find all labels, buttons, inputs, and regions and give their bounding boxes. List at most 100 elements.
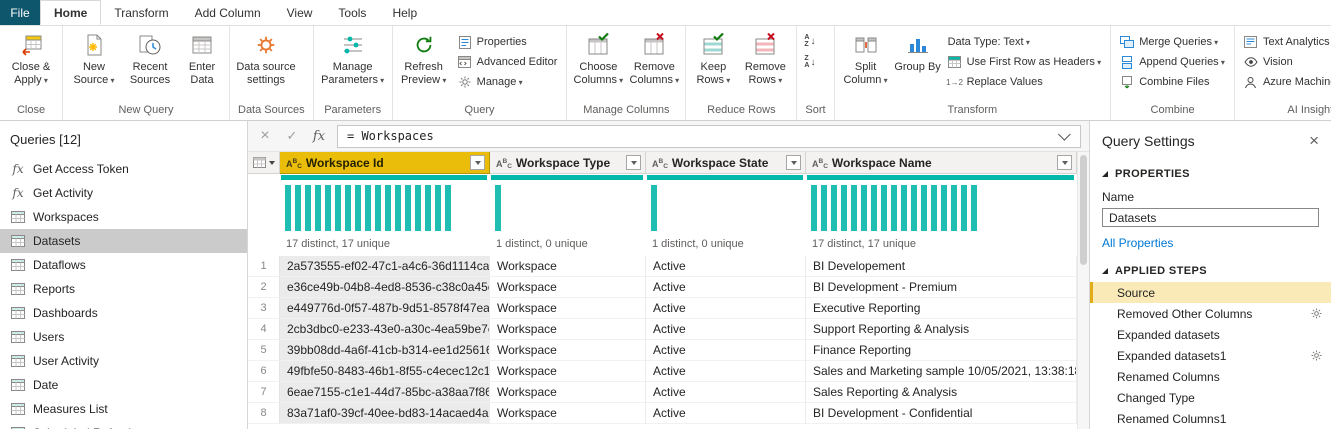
group-by-button[interactable]: Group By	[894, 28, 942, 102]
vertical-scrollbar[interactable]	[1077, 152, 1089, 429]
cell-workspace-type[interactable]: Workspace	[490, 256, 646, 277]
enter-data-button[interactable]: Enter Data	[178, 28, 226, 102]
table-corner-menu-button[interactable]	[248, 152, 280, 174]
row-number[interactable]: 5	[248, 340, 280, 361]
filter-dropdown-icon[interactable]	[626, 155, 641, 170]
cell-workspace-id[interactable]: 39bb08dd-4a6f-41cb-b314-ee1d25616f95	[280, 340, 490, 361]
row-number[interactable]: 3	[248, 298, 280, 319]
applied-step-item[interactable]: Expanded datasets1	[1090, 345, 1331, 366]
applied-step-item[interactable]: Renamed Columns1	[1090, 408, 1331, 429]
cell-workspace-name[interactable]: BI Developement	[806, 256, 1077, 277]
query-list-item[interactable]: Get Activity	[0, 181, 247, 205]
expand-formula-chevron-icon[interactable]	[1058, 127, 1071, 141]
recent-sources-button[interactable]: Recent Sources	[122, 28, 178, 102]
cell-workspace-name[interactable]: Sales and Marketing sample 10/05/2021, 1…	[806, 361, 1077, 382]
data-source-settings-button[interactable]: Data source settings	[233, 28, 299, 102]
cell-workspace-name[interactable]: Support Reporting & Analysis	[806, 319, 1077, 340]
formula-input[interactable]: = Workspaces	[337, 124, 1081, 148]
sort-ascending-button[interactable]: AZ ↓	[804, 34, 815, 48]
cell-workspace-state[interactable]: Active	[646, 361, 806, 382]
refresh-preview-button[interactable]: Refresh Preview	[396, 28, 452, 102]
query-list-item[interactable]: Workspaces	[0, 205, 247, 229]
tab-home[interactable]: Home	[40, 0, 102, 25]
cell-workspace-state[interactable]: Active	[646, 382, 806, 403]
cell-workspace-state[interactable]: Active	[646, 403, 806, 424]
step-settings-gear-icon[interactable]	[1311, 308, 1322, 319]
tab-transform[interactable]: Transform	[101, 0, 181, 25]
cell-workspace-id[interactable]: 2a573555-ef02-47c1-a4c6-36d1114caa6a	[280, 256, 490, 277]
commit-formula-icon[interactable]	[283, 128, 301, 144]
remove-columns-button[interactable]: Remove Columns	[626, 28, 682, 102]
remove-rows-button[interactable]: Remove Rows	[737, 28, 793, 102]
properties-section-header[interactable]: PROPERTIES	[1090, 159, 1331, 185]
replace-values-button[interactable]: 1→2 Replace Values	[942, 72, 1108, 92]
query-list-item[interactable]: Dataflows	[0, 253, 247, 277]
cell-workspace-name[interactable]: BI Development - Premium	[806, 277, 1077, 298]
manage-button[interactable]: Manage	[452, 72, 564, 92]
text-analytics-button[interactable]: Text Analytics	[1238, 32, 1331, 52]
tab-help[interactable]: Help	[379, 0, 430, 25]
manage-parameters-button[interactable]: Manage Parameters	[317, 28, 389, 102]
applied-step-item[interactable]: Renamed Columns	[1090, 366, 1331, 387]
cell-workspace-id[interactable]: e36ce49b-04b8-4ed8-8536-c38c0a45c6c7	[280, 277, 490, 298]
column-header-workspace-type[interactable]: Workspace Type	[490, 152, 646, 174]
cell-workspace-name[interactable]: Sales Reporting & Analysis	[806, 382, 1077, 403]
data-type-button[interactable]: Data Type: Text	[942, 32, 1108, 52]
applied-step-item[interactable]: Removed Other Columns	[1090, 303, 1331, 324]
use-first-row-as-headers-button[interactable]: Use First Row as Headers	[942, 52, 1108, 72]
cell-workspace-id[interactable]: 2cb3dbc0-e233-43e0-a30c-4ea59be7e170	[280, 319, 490, 340]
azure-machine-learning-button[interactable]: Azure Machine Learning	[1238, 72, 1331, 92]
advanced-editor-button[interactable]: Advanced Editor	[452, 52, 564, 72]
cell-workspace-type[interactable]: Workspace	[490, 340, 646, 361]
all-properties-link[interactable]: All Properties	[1090, 227, 1331, 256]
query-list-item[interactable]: Get Access Token	[0, 157, 247, 181]
keep-rows-button[interactable]: Keep Rows	[689, 28, 737, 102]
query-list-item[interactable]: Datasets	[0, 229, 247, 253]
row-number[interactable]: 1	[248, 256, 280, 277]
properties-button[interactable]: Properties	[452, 32, 564, 52]
row-number[interactable]: 6	[248, 361, 280, 382]
applied-step-item[interactable]: Expanded datasets	[1090, 324, 1331, 345]
query-list-item[interactable]: Users	[0, 325, 247, 349]
query-list-item[interactable]: User Activity	[0, 349, 247, 373]
cell-workspace-state[interactable]: Active	[646, 340, 806, 361]
row-number[interactable]: 4	[248, 319, 280, 340]
merge-queries-button[interactable]: Merge Queries	[1114, 32, 1231, 52]
filter-dropdown-icon[interactable]	[1057, 155, 1072, 170]
new-source-button[interactable]: New Source	[66, 28, 122, 102]
tab-tools[interactable]: Tools	[325, 0, 379, 25]
scrollbar-thumb[interactable]	[1080, 155, 1087, 265]
query-list-item[interactable]: Date	[0, 373, 247, 397]
query-name-input[interactable]	[1102, 208, 1319, 227]
sort-descending-button[interactable]: ZA ↓	[804, 55, 815, 69]
query-list-item[interactable]: Measures List	[0, 397, 247, 421]
cell-workspace-type[interactable]: Workspace	[490, 319, 646, 340]
append-queries-button[interactable]: Append Queries	[1114, 52, 1231, 72]
query-list-item[interactable]: Scheduled Refresh	[0, 421, 247, 429]
split-column-button[interactable]: Split Column	[838, 28, 894, 102]
cell-workspace-id[interactable]: 49fbfe50-8483-46b1-8f55-c4ecec12c1d4	[280, 361, 490, 382]
cell-workspace-state[interactable]: Active	[646, 277, 806, 298]
cell-workspace-id[interactable]: e449776d-0f57-487b-9d51-8578f47ea4a2	[280, 298, 490, 319]
column-header-workspace-name[interactable]: Workspace Name	[806, 152, 1077, 174]
filter-dropdown-icon[interactable]	[470, 155, 485, 170]
close-apply-button[interactable]: Close & Apply	[3, 28, 59, 102]
cell-workspace-type[interactable]: Workspace	[490, 298, 646, 319]
cell-workspace-id[interactable]: 83a71af0-39cf-40ee-bd83-14acaed4a532	[280, 403, 490, 424]
cell-workspace-type[interactable]: Workspace	[490, 382, 646, 403]
cell-workspace-name[interactable]: Finance Reporting	[806, 340, 1077, 361]
row-number[interactable]: 8	[248, 403, 280, 424]
cell-workspace-type[interactable]: Workspace	[490, 403, 646, 424]
query-list-item[interactable]: Reports	[0, 277, 247, 301]
cell-workspace-type[interactable]: Workspace	[490, 361, 646, 382]
column-header-workspace-state[interactable]: Workspace State	[646, 152, 806, 174]
close-panel-icon[interactable]	[1309, 131, 1319, 151]
vision-button[interactable]: Vision	[1238, 52, 1331, 72]
combine-files-button[interactable]: Combine Files	[1114, 72, 1231, 92]
cell-workspace-type[interactable]: Workspace	[490, 277, 646, 298]
cell-workspace-state[interactable]: Active	[646, 319, 806, 340]
tab-add-column[interactable]: Add Column	[182, 0, 274, 25]
filter-dropdown-icon[interactable]	[786, 155, 801, 170]
fx-icon[interactable]	[310, 129, 328, 144]
cell-workspace-name[interactable]: BI Development - Confidential	[806, 403, 1077, 424]
